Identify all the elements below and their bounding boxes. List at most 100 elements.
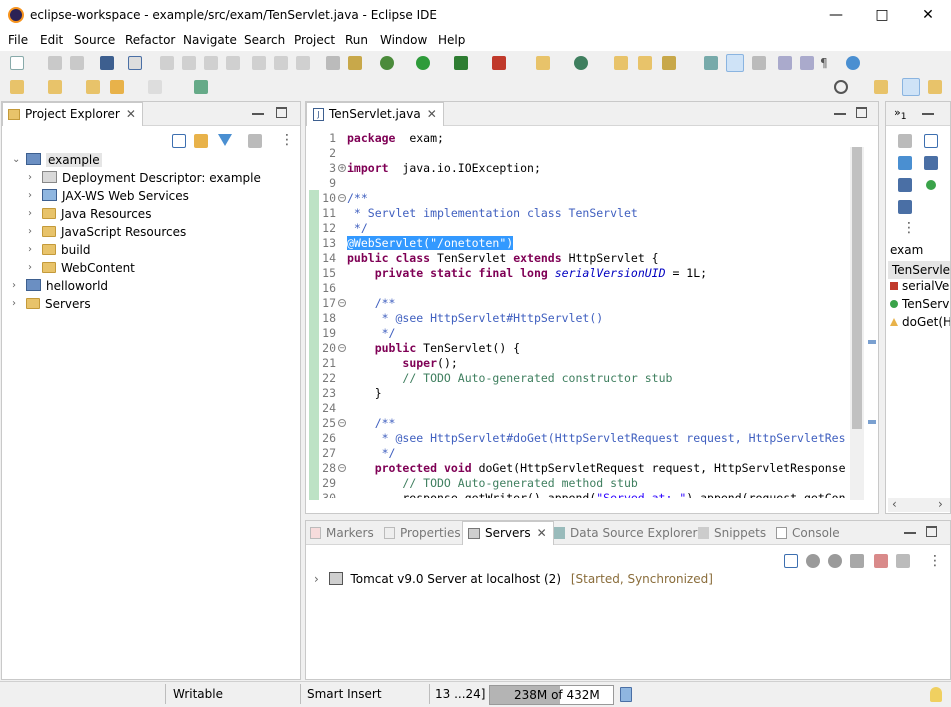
- open-task-icon[interactable]: [638, 56, 652, 70]
- code-line[interactable]: */: [347, 326, 396, 340]
- publish-icon[interactable]: [896, 554, 910, 568]
- minimize-view-icon[interactable]: [904, 524, 916, 534]
- next-edit-icon[interactable]: [10, 80, 24, 94]
- toggle-whitespace-icon[interactable]: [752, 56, 766, 70]
- use-step-filters-icon[interactable]: [326, 56, 340, 70]
- status-position[interactable]: 13 ...24]: [435, 687, 485, 701]
- minimize-view-icon[interactable]: [834, 105, 846, 115]
- run-icon[interactable]: [416, 56, 430, 70]
- menu-run[interactable]: Run: [345, 33, 368, 47]
- chevron-right-icon[interactable]: ›: [28, 223, 32, 241]
- outline-item-class[interactable]: TenServlet: [888, 261, 950, 279]
- focus-icon[interactable]: [898, 134, 912, 148]
- code-line[interactable]: * @see HttpServlet#doGet(HttpServletRequ…: [347, 431, 846, 445]
- status-insert-mode[interactable]: Smart Insert: [307, 687, 382, 701]
- code-line[interactable]: */: [347, 446, 396, 460]
- web-browser-icon[interactable]: [846, 56, 860, 70]
- code-line[interactable]: @WebServlet("/onetoten"): [347, 236, 514, 250]
- collapse-all-icon[interactable]: [924, 134, 938, 148]
- code-line[interactable]: */: [347, 221, 368, 235]
- resume-icon[interactable]: [160, 56, 174, 70]
- menu-window[interactable]: Window: [380, 33, 427, 47]
- scroll-left-icon[interactable]: ‹: [892, 497, 897, 511]
- editor-tab-tenservlet[interactable]: J TenServlet.java ✕: [306, 102, 444, 126]
- chevron-right-icon[interactable]: ›: [28, 187, 32, 205]
- tab-snippets[interactable]: Snippets: [698, 526, 766, 540]
- scrollbar-thumb[interactable]: [852, 147, 862, 429]
- view-menu-icon[interactable]: ⋮: [280, 132, 294, 148]
- hide-static-icon[interactable]: [898, 178, 912, 192]
- open-perspective-icon[interactable]: [874, 80, 888, 94]
- forward-arrow-icon[interactable]: [148, 80, 162, 94]
- pin-editor-icon[interactable]: [194, 80, 208, 94]
- debug-icon[interactable]: [380, 56, 394, 70]
- skip-breakpoints-icon[interactable]: [128, 56, 142, 70]
- collapse-all-icon[interactable]: [784, 554, 798, 568]
- filter-icon[interactable]: [218, 134, 232, 146]
- fold-collapse-icon[interactable]: −: [338, 299, 346, 307]
- code-line[interactable]: * Servlet implementation class TenServle…: [347, 206, 638, 220]
- toggle-mark-occurrences-icon[interactable]: [704, 56, 718, 70]
- chevron-right-icon[interactable]: ›: [28, 259, 32, 277]
- code-line[interactable]: /**: [347, 416, 396, 430]
- overview-marker[interactable]: [868, 420, 876, 424]
- disconnect-icon[interactable]: [226, 56, 240, 70]
- link-with-editor-icon[interactable]: [194, 134, 208, 148]
- stop-server-icon[interactable]: [874, 554, 888, 568]
- code-area[interactable]: 1 package exam; 2 3 import java.io.IOExcepti…: [306, 130, 848, 498]
- chevron-right-icon[interactable]: ›: [12, 295, 16, 313]
- tree-item-example[interactable]: ⌄ example: [12, 151, 300, 169]
- code-line[interactable]: * @see HttpServlet#HttpServlet(): [347, 311, 604, 325]
- maximize-view-icon[interactable]: [856, 107, 867, 118]
- save-icon[interactable]: [48, 56, 62, 70]
- java-perspective-icon[interactable]: [928, 80, 942, 94]
- code-line[interactable]: // TODO Auto-generated method stub: [347, 476, 637, 490]
- code-line[interactable]: public TenServlet() {: [347, 341, 520, 355]
- code-line[interactable]: /**: [347, 191, 368, 205]
- maximize-button[interactable]: □: [859, 0, 905, 31]
- chevron-right-icon[interactable]: ›: [28, 169, 32, 187]
- code-line[interactable]: /**: [347, 296, 396, 310]
- step-into-icon[interactable]: [252, 56, 266, 70]
- fold-collapse-icon[interactable]: −: [338, 194, 346, 202]
- step-return-icon[interactable]: [296, 56, 310, 70]
- new-class-icon[interactable]: [574, 56, 588, 70]
- hide-local-types-icon[interactable]: [898, 200, 912, 214]
- minimize-button[interactable]: —: [813, 0, 859, 31]
- chevron-right-icon[interactable]: ›: [28, 205, 32, 223]
- outline-package[interactable]: exam: [890, 243, 923, 257]
- code-line[interactable]: protected void doGet(HttpServletRequest …: [347, 461, 846, 475]
- collapse-all-icon[interactable]: [172, 134, 186, 148]
- new-java-project-icon[interactable]: [536, 56, 550, 70]
- step-over-icon[interactable]: [274, 56, 288, 70]
- menu-source[interactable]: Source: [74, 33, 115, 47]
- code-line[interactable]: private static final long serialVersionU…: [347, 266, 707, 280]
- overview-marker[interactable]: [868, 340, 876, 344]
- suspend-icon[interactable]: [182, 56, 196, 70]
- toggle-highlight-icon[interactable]: [726, 54, 744, 72]
- code-line[interactable]: response.getWriter().append("Served at: …: [347, 491, 845, 498]
- outline-item-constructor[interactable]: TenServ: [888, 297, 950, 311]
- console-icon[interactable]: [100, 56, 114, 70]
- hide-nonpublic-icon[interactable]: [926, 180, 936, 190]
- focus-icon[interactable]: [248, 134, 262, 148]
- maximize-view-icon[interactable]: [276, 107, 287, 118]
- hide-fields-icon[interactable]: [924, 156, 938, 170]
- minimize-view-icon[interactable]: [252, 105, 264, 115]
- previous-annotation-icon[interactable]: [800, 56, 814, 70]
- code-line[interactable]: super();: [347, 356, 457, 370]
- outline-item-field[interactable]: serialVe: [888, 279, 950, 293]
- fold-collapse-icon[interactable]: −: [338, 344, 346, 352]
- garbage-collect-icon[interactable]: [620, 687, 632, 702]
- view-menu-icon[interactable]: ⋮: [928, 553, 942, 569]
- view-menu-icon[interactable]: ⋮: [902, 220, 916, 236]
- project-explorer-tab[interactable]: Project Explorer ✕: [2, 102, 143, 126]
- debug-server-icon[interactable]: [806, 554, 820, 568]
- code-line[interactable]: }: [347, 386, 382, 400]
- tab-console[interactable]: Console: [776, 526, 840, 540]
- close-icon[interactable]: ✕: [537, 526, 547, 540]
- show-whitespace-icon[interactable]: ¶: [820, 56, 834, 70]
- tab-servers[interactable]: Servers ✕: [462, 521, 554, 545]
- tab-data-source-explorer[interactable]: Data Source Explorer: [554, 526, 697, 540]
- server-entry[interactable]: › Tomcat v9.0 Server at localhost (2) [S…: [314, 572, 713, 586]
